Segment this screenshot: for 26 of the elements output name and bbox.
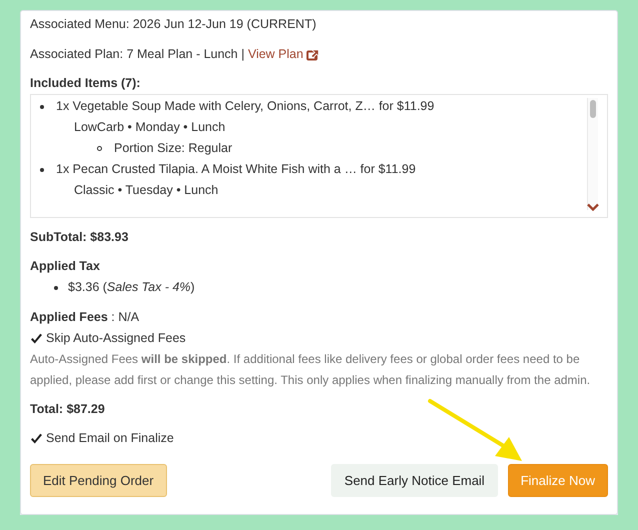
item-details: Classic • Tuesday • Lunch [74,182,218,199]
item-option: Portion Size: Regular [114,138,232,159]
item-text: 1x Pecan Crusted Tilapia. A Moist White Fish with a … for $11.99 [56,161,416,178]
item-details: LowCarb • Monday • Lunch [74,119,226,136]
skip-fees-note: Auto-Assigned Fees will be skipped. If additional fees like delivery fees or global order fees need to be applied, please add first or change this setting. This only applies when finalizing manually from the admin. [30,351,592,389]
associated-menu-text: Associated Menu: 2026 Jun 12-Jun 19 (CURRENT) [30,16,318,33]
circle-bullet-icon [97,146,102,151]
scrollbar[interactable] [587,98,598,210]
total-text: Total: $87.29 [30,401,106,418]
bullet-icon [54,286,58,290]
included-items-heading: Included Items (7): [30,75,142,92]
item-text: 1x Vegetable Soup Made with Celery, Onions, Carrot, Z… for $11.99 [56,98,434,115]
view-plan-link[interactable]: View Plan [248,44,320,65]
tax-amount: $3.36 (Sales Tax - 4%) [68,279,195,296]
external-link-icon [306,48,320,60]
associated-plan-text: Associated Plan: 7 Meal Plan - Lunch | [30,47,244,61]
subtotal-text: SubTotal: $83.93 [30,229,130,246]
applied-tax-heading: Applied Tax [30,258,101,275]
applied-fees-text: Applied Fees : N/A [30,309,140,326]
setting-label: Send Email on Finalize [46,430,174,447]
bullet-icon [40,168,44,172]
bullet-icon [40,104,44,108]
edit-order-button[interactable]: Edit Pending Order [30,464,167,497]
chevron-down-icon[interactable] [587,203,599,211]
setting-label: Skip Auto-Assigned Fees [46,330,186,347]
send-email-button[interactable]: Send Early Notice Email [331,464,498,497]
